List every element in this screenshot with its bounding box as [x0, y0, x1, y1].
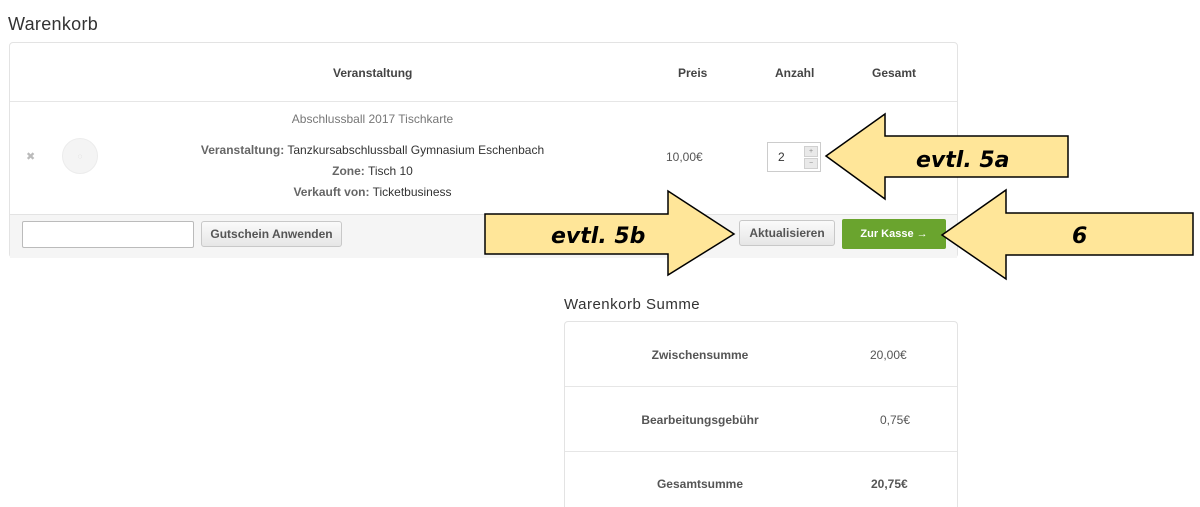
arrow-6-shape — [940, 188, 1194, 281]
arrow-5a-label: evtl. 5a — [916, 148, 1010, 173]
annotation-arrows — [484, 112, 1194, 281]
arrow-6-label: 6 — [1072, 224, 1088, 249]
arrow-5b-label: evtl. 5b — [551, 224, 646, 249]
